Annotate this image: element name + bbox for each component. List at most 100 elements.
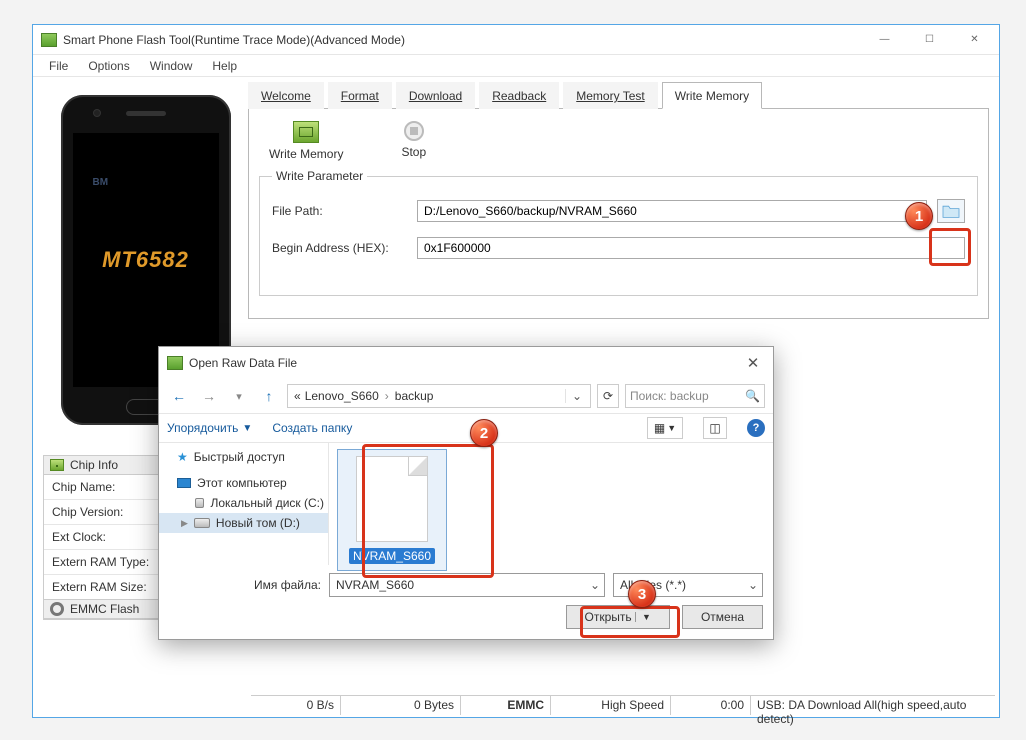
write-parameter-legend: Write Parameter	[272, 169, 367, 183]
file-list[interactable]: NVRAM_S660	[329, 443, 773, 565]
folder-icon	[941, 203, 961, 219]
drive-icon	[194, 518, 210, 528]
nav-back-button[interactable]: ←	[167, 384, 191, 408]
tab-welcome[interactable]: Welcome	[248, 82, 324, 109]
new-folder-button[interactable]: Создать папку	[272, 421, 352, 435]
minimize-button[interactable]: —	[862, 25, 907, 54]
begin-address-input[interactable]	[417, 237, 965, 259]
drive-icon	[195, 498, 204, 508]
status-speed: 0 B/s	[251, 696, 341, 715]
preview-icon: ◫	[709, 421, 720, 435]
breadcrumb-item-a[interactable]: Lenovo_S660	[305, 389, 379, 403]
dialog-toolbar: Упорядочить▼ Создать папку ▦▼ ◫ ?	[159, 413, 773, 443]
tab-download[interactable]: Download	[396, 82, 475, 109]
stop-label: Stop	[401, 145, 426, 159]
status-bar: 0 B/s 0 Bytes EMMC High Speed 0:00 USB: …	[251, 695, 995, 715]
filename-input[interactable]: NVRAM_S660 ⌄	[329, 573, 605, 597]
open-file-dialog: Open Raw Data File ✕ ← → ▾ ↑ « Lenovo_S6…	[158, 346, 774, 640]
tree-quick-access[interactable]: ★ Быстрый доступ	[159, 447, 328, 467]
breadcrumb-item-b[interactable]: backup	[395, 389, 434, 403]
chevron-down-icon[interactable]: ⌄	[584, 578, 600, 592]
begin-address-row: Begin Address (HEX):	[272, 237, 965, 259]
gear-icon	[50, 602, 64, 616]
refresh-button[interactable]: ⟳	[597, 384, 619, 408]
tab-memory-test[interactable]: Memory Test	[563, 82, 657, 109]
close-button[interactable]: ✕	[952, 25, 997, 54]
help-button[interactable]: ?	[747, 419, 765, 437]
star-icon: ★	[177, 450, 188, 464]
dialog-app-icon	[167, 356, 183, 370]
open-button[interactable]: Открыть ▼	[566, 605, 670, 629]
tree-drive-d[interactable]: ▶ Новый том (D:)	[159, 513, 328, 533]
tab-format[interactable]: Format	[328, 82, 392, 109]
dialog-title: Open Raw Data File	[189, 356, 737, 370]
begin-address-label: Begin Address (HEX):	[272, 241, 407, 255]
stop-icon	[404, 121, 424, 141]
stop-button[interactable]: Stop	[401, 121, 426, 161]
cancel-button[interactable]: Отмена	[682, 605, 763, 629]
earpiece-icon	[126, 111, 166, 116]
menu-file[interactable]: File	[39, 57, 78, 75]
status-usb: USB: DA Download All(high speed,auto det…	[751, 696, 995, 715]
write-memory-button[interactable]: Write Memory	[269, 121, 343, 161]
preview-pane-button[interactable]: ◫	[703, 417, 727, 439]
breadcrumb[interactable]: « Lenovo_S660 backup ⌄	[287, 384, 591, 408]
tab-readback[interactable]: Readback	[479, 82, 559, 109]
search-input[interactable]: Поиск: backup 🔍	[625, 384, 765, 408]
breadcrumb-dropdown[interactable]: ⌄	[565, 389, 588, 403]
phone-bm-label: BM	[93, 177, 109, 188]
dialog-body: ★ Быстрый доступ Этот компьютер Локальны…	[159, 443, 773, 565]
expand-icon[interactable]: ▶	[181, 518, 188, 529]
dialog-bottom: Имя файла: NVRAM_S660 ⌄ All Files (*.*) …	[159, 565, 773, 639]
dialog-nav: ← → ▾ ↑ « Lenovo_S660 backup ⌄ ⟳ Поиск: …	[159, 379, 773, 413]
breadcrumb-root-icon: «	[294, 389, 301, 403]
write-memory-label: Write Memory	[269, 147, 343, 161]
filename-value: NVRAM_S660	[336, 578, 414, 592]
toolbar: Write Memory Stop	[257, 117, 980, 161]
chip-icon	[293, 121, 319, 143]
menu-options[interactable]: Options	[78, 57, 139, 75]
search-placeholder: Поиск: backup	[630, 389, 709, 403]
browse-button[interactable]	[937, 199, 965, 223]
tree-drive-c[interactable]: Локальный диск (C:)	[159, 493, 328, 513]
maximize-button[interactable]: ☐	[907, 25, 952, 54]
file-name: NVRAM_S660	[349, 548, 435, 564]
chip-info-title: Chip Info	[70, 458, 118, 472]
pc-icon	[177, 478, 191, 488]
callout-2: 2	[470, 419, 498, 447]
tab-write-memory[interactable]: Write Memory	[662, 82, 762, 109]
nav-tree: ★ Быстрый доступ Этот компьютер Локальны…	[159, 443, 329, 565]
write-parameter-group: Write Parameter File Path: Begin Address…	[259, 169, 978, 296]
status-time: 0:00	[671, 696, 751, 715]
nav-up-button[interactable]: ↑	[257, 384, 281, 408]
dialog-close-button[interactable]: ✕	[737, 352, 769, 374]
open-split-icon[interactable]: ▼	[635, 612, 651, 622]
filename-label: Имя файла:	[169, 578, 321, 592]
status-mode: High Speed	[551, 696, 671, 715]
menu-window[interactable]: Window	[140, 57, 203, 75]
menubar: File Options Window Help	[33, 55, 999, 77]
phone-chip-label: MT6582	[102, 247, 189, 273]
tab-content-write-memory: Write Memory Stop Write Parameter File P…	[248, 109, 989, 319]
window-controls: — ☐ ✕	[862, 25, 997, 54]
status-storage: EMMC	[461, 696, 551, 715]
nav-forward-button[interactable]: →	[197, 384, 221, 408]
organize-button[interactable]: Упорядочить▼	[167, 421, 252, 435]
tree-this-pc[interactable]: Этот компьютер	[159, 473, 328, 493]
view-mode-button[interactable]: ▦▼	[647, 417, 683, 439]
chevron-icon	[383, 389, 391, 403]
chip-icon	[50, 459, 64, 471]
callout-3: 3	[628, 580, 656, 608]
file-tile-nvram[interactable]: NVRAM_S660	[337, 449, 447, 571]
chevron-down-icon[interactable]: ⌄	[742, 578, 758, 592]
file-path-input[interactable]	[417, 200, 927, 222]
status-bytes: 0 Bytes	[341, 696, 461, 715]
callout-1: 1	[905, 202, 933, 230]
titlebar: Smart Phone Flash Tool(Runtime Trace Mod…	[33, 25, 999, 55]
menu-help[interactable]: Help	[202, 57, 247, 75]
file-icon	[356, 456, 428, 542]
dialog-titlebar: Open Raw Data File ✕	[159, 347, 773, 379]
window-title: Smart Phone Flash Tool(Runtime Trace Mod…	[63, 33, 862, 47]
emmc-flash-title: EMMC Flash	[70, 602, 139, 616]
nav-history-button[interactable]: ▾	[227, 384, 251, 408]
